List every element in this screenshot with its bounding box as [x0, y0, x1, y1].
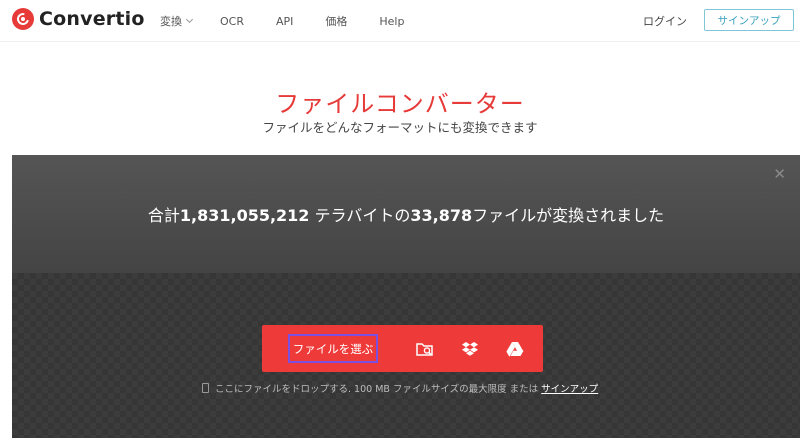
nav-item-label: 価格	[325, 15, 348, 28]
nav-item-pricing[interactable]: 価格	[325, 13, 347, 29]
chevron-down-icon	[185, 15, 194, 24]
nav-item-label: API	[275, 14, 294, 28]
brand-name: Convertio	[39, 8, 145, 30]
conversion-stats: 合計1,831,055,212 テラバイトの33,878ファイルが変換されました	[12, 202, 800, 226]
stats-files: 33,878	[410, 206, 473, 225]
nav-item-label: OCR	[220, 14, 244, 28]
folder-search-icon[interactable]	[412, 336, 438, 362]
logo[interactable]: Convertio	[12, 8, 145, 30]
nav-item-ocr[interactable]: OCR	[220, 15, 244, 28]
choose-files-button[interactable]: ファイルを選ぶ	[288, 334, 378, 363]
stats-suffix: ファイルが変換されました	[472, 206, 665, 225]
top-header: Convertio 変換 OCR API 価格 Help ログイン サインアップ	[0, 0, 800, 42]
file-icon	[202, 383, 209, 393]
page-subtitle: ファイルをどんなフォーマットにも変換できます	[262, 120, 538, 135]
convertio-logo-icon	[12, 8, 34, 30]
drop-hint-text: ここにファイルをドロップする. 100 MB ファイルサイズの最大限度 または	[215, 384, 539, 395]
converter-panel: ✕ 合計1,831,055,212 テラバイトの33,878ファイルが変換されま…	[12, 155, 800, 438]
drop-hint: ここにファイルをドロップする. 100 MB ファイルサイズの最大限度 または …	[202, 381, 598, 395]
nav-item-api[interactable]: API	[276, 15, 293, 28]
page-title: ファイルコンバーター	[275, 90, 525, 118]
main-nav: 変換 OCR API 価格 Help	[160, 0, 436, 42]
nav-item-label: Help	[379, 14, 405, 28]
signup-button[interactable]: サインアップ	[704, 9, 794, 31]
stats-middle: テラバイトの	[309, 206, 411, 225]
stats-prefix: 合計	[147, 206, 180, 225]
nav-item-convert[interactable]: 変換	[160, 13, 194, 29]
drop-hint-signup-link[interactable]: サインアップ	[541, 381, 598, 395]
login-link[interactable]: ログイン	[643, 13, 687, 29]
upload-bar: ファイルを選ぶ	[262, 325, 543, 372]
close-icon[interactable]: ✕	[773, 165, 786, 183]
stats-area: ✕ 合計1,831,055,212 テラバイトの33,878ファイルが変換されま…	[12, 155, 800, 273]
google-drive-icon[interactable]	[502, 336, 528, 362]
stats-terabytes: 1,831,055,212	[179, 206, 310, 225]
nav-item-label: 変換	[160, 15, 182, 28]
dropbox-icon[interactable]	[457, 336, 483, 362]
nav-item-help[interactable]: Help	[379, 15, 404, 28]
